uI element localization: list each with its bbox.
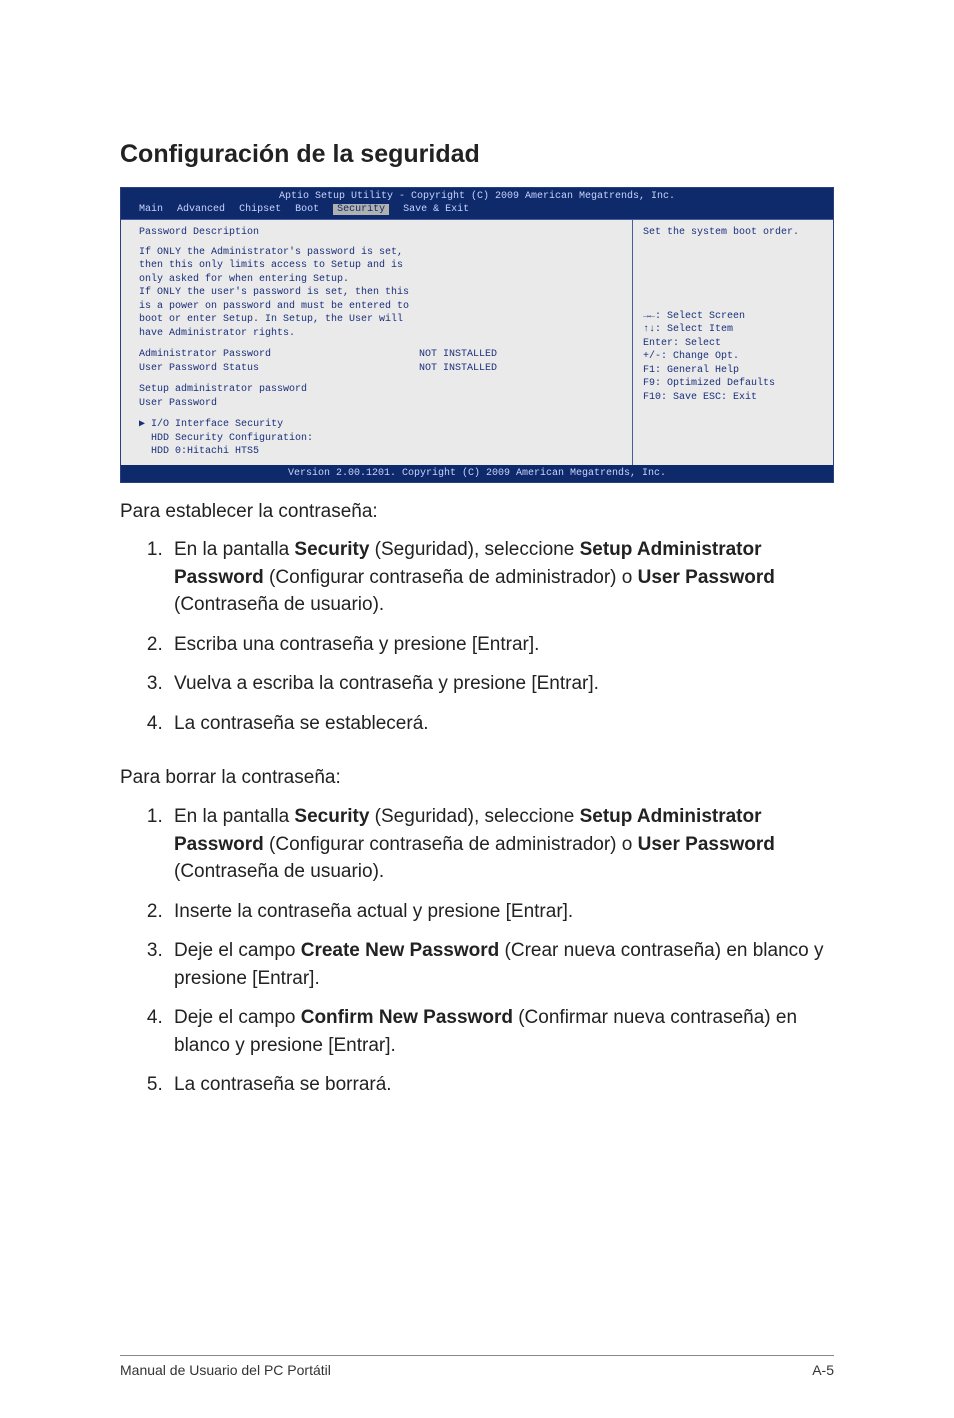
footer-title: Manual de Usuario del PC Portátil xyxy=(120,1362,331,1378)
bios-item[interactable]: HDD 0:Hitachi HTS5 xyxy=(139,445,620,459)
bios-right-pane: Set the system boot order. →←: Select Sc… xyxy=(633,220,833,465)
bios-footer: Version 2.00.1201. Copyright (C) 2009 Am… xyxy=(121,465,833,482)
text-bold: Confirm New Password xyxy=(301,1007,513,1028)
bios-title-bar: Aptio Setup Utility - Copyright (C) 2009… xyxy=(121,188,833,202)
bios-screenshot: Aptio Setup Utility - Copyright (C) 2009… xyxy=(120,187,834,483)
bios-desc-line: boot or enter Setup. In Setup, the User … xyxy=(139,313,620,327)
bios-section-title: Password Description xyxy=(139,226,620,240)
bios-desc-line: If ONLY the user's password is set, then… xyxy=(139,286,620,300)
bios-tab-save-exit[interactable]: Save & Exit xyxy=(403,204,469,215)
text: Deje el campo xyxy=(174,1007,301,1028)
list-item: La contraseña se establecerá. xyxy=(168,710,834,738)
bios-tab-security[interactable]: Security xyxy=(333,204,389,215)
list-item: Deje el campo Create New Password (Crear… xyxy=(168,937,834,992)
bios-key-hint: +/-: Change Opt. xyxy=(643,350,823,364)
page-footer: Manual de Usuario del PC Portátil A-5 xyxy=(120,1355,834,1378)
text: (Contraseña de usuario). xyxy=(174,861,384,882)
text: (Configurar contraseña de administrador)… xyxy=(264,834,638,855)
list-item: Escriba una contraseña y presione [Entra… xyxy=(168,631,834,659)
bios-field-label: User Password Status xyxy=(139,362,419,376)
text: En la pantalla xyxy=(174,806,294,827)
bios-help-hint: Set the system boot order. xyxy=(643,226,823,240)
bios-key-hint: ↑↓: Select Item xyxy=(643,323,823,337)
bios-tab-chipset[interactable]: Chipset xyxy=(239,204,281,215)
text: Deje el campo xyxy=(174,940,301,961)
bios-desc-line: then this only limits access to Setup an… xyxy=(139,259,620,273)
bios-body: Password Description If ONLY the Adminis… xyxy=(121,219,833,465)
bios-key-hint: →←: Select Screen xyxy=(643,310,823,324)
bios-field-value: NOT INSTALLED xyxy=(419,348,497,362)
bios-field-value: NOT INSTALLED xyxy=(419,362,497,376)
page-heading: Configuración de la seguridad xyxy=(120,140,834,169)
clear-password-steps: En la pantalla Security (Seguridad), sel… xyxy=(120,803,834,1099)
list-item: Deje el campo Confirm New Password (Conf… xyxy=(168,1004,834,1059)
bios-submenu-row[interactable]: ▶ I/O Interface Security xyxy=(139,418,620,432)
bios-tab-boot[interactable]: Boot xyxy=(295,204,319,215)
bios-submenu-label: I/O Interface Security xyxy=(151,419,283,430)
bios-field-label: Administrator Password xyxy=(139,348,419,362)
text-bold: Security xyxy=(294,806,369,827)
list-item: En la pantalla Security (Seguridad), sel… xyxy=(168,536,834,619)
set-password-intro: Para establecer la contraseña: xyxy=(120,499,834,525)
clear-password-intro: Para borrar la contraseña: xyxy=(120,765,834,791)
list-item: Inserte la contraseña actual y presione … xyxy=(168,898,834,926)
bios-key-hint: Enter: Select xyxy=(643,337,823,351)
bios-tab-advanced[interactable]: Advanced xyxy=(177,204,225,215)
bios-item[interactable]: Setup administrator password xyxy=(139,383,620,397)
bios-key-hint: F1: General Help xyxy=(643,364,823,378)
bios-desc-line: have Administrator rights. xyxy=(139,327,620,341)
text: (Seguridad), seleccione xyxy=(369,806,579,827)
text-bold: Create New Password xyxy=(301,940,500,961)
bios-item[interactable]: HDD Security Configuration: xyxy=(139,432,620,446)
text-bold: Security xyxy=(294,539,369,560)
list-item: En la pantalla Security (Seguridad), sel… xyxy=(168,803,834,886)
submenu-marker-icon: ▶ xyxy=(139,419,145,430)
bios-tab-bar: Main Advanced Chipset Boot Security Save… xyxy=(121,202,833,219)
bios-desc-line: only asked for when entering Setup. xyxy=(139,273,620,287)
bios-tab-main[interactable]: Main xyxy=(139,204,163,215)
bios-desc-line: is a power on password and must be enter… xyxy=(139,300,620,314)
bios-field-row[interactable]: Administrator Password NOT INSTALLED xyxy=(139,348,620,362)
text: (Configurar contraseña de administrador)… xyxy=(264,567,638,588)
bios-left-pane: Password Description If ONLY the Adminis… xyxy=(121,220,633,465)
bios-item[interactable]: User Password xyxy=(139,397,620,411)
footer-page-number: A-5 xyxy=(812,1362,834,1378)
bios-field-row[interactable]: User Password Status NOT INSTALLED xyxy=(139,362,620,376)
text: (Contraseña de usuario). xyxy=(174,594,384,615)
text-bold: User Password xyxy=(638,567,775,588)
list-item: Vuelva a escriba la contraseña y presion… xyxy=(168,670,834,698)
text: (Seguridad), seleccione xyxy=(369,539,579,560)
bios-key-hint: F9: Optimized Defaults xyxy=(643,377,823,391)
text-bold: User Password xyxy=(638,834,775,855)
set-password-steps: En la pantalla Security (Seguridad), sel… xyxy=(120,536,834,737)
list-item: La contraseña se borrará. xyxy=(168,1071,834,1099)
bios-key-hint: F10: Save ESC: Exit xyxy=(643,391,823,405)
bios-desc-line: If ONLY the Administrator's password is … xyxy=(139,246,620,260)
text: En la pantalla xyxy=(174,539,294,560)
